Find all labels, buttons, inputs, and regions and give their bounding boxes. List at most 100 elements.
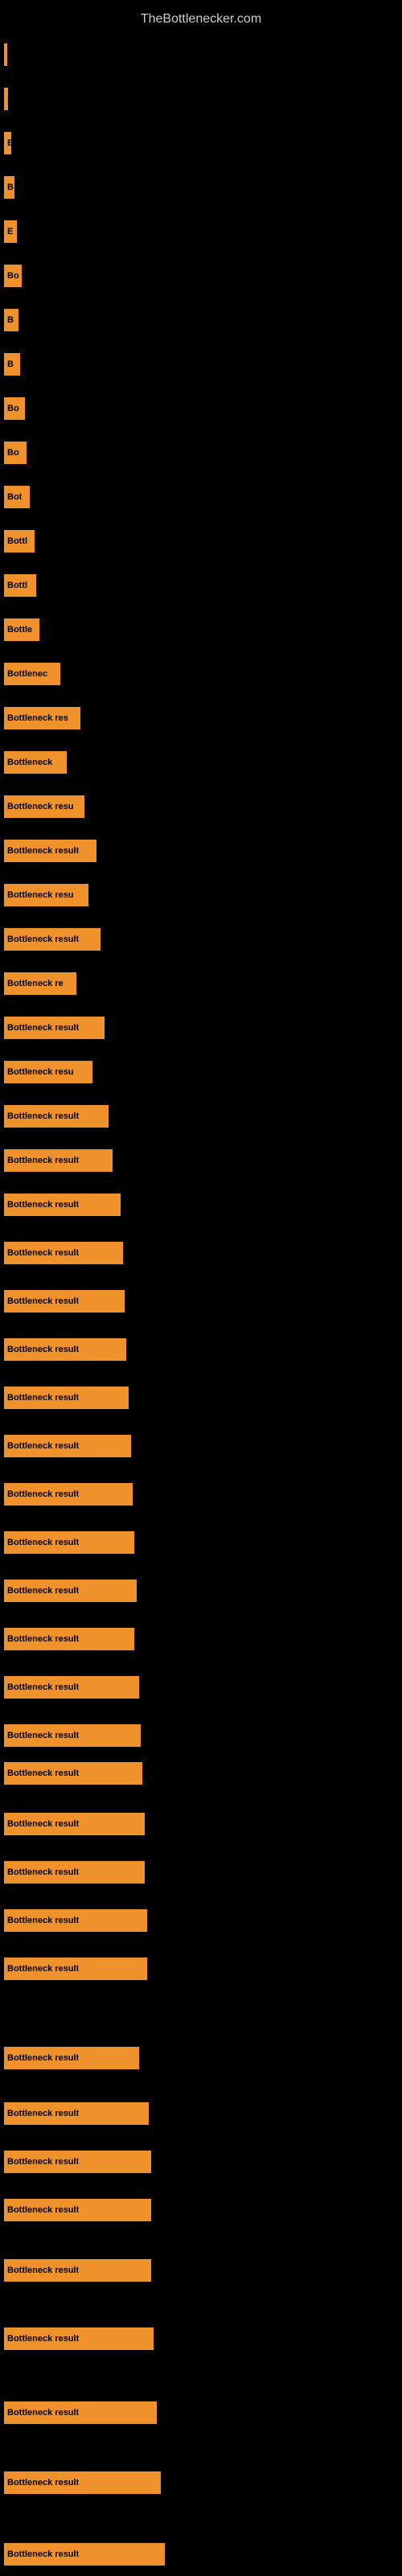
bar-item: Bottleneck result <box>4 2047 139 2069</box>
bar-item: Bottleneck result <box>4 2102 149 2125</box>
bar-item: Bottleneck re <box>4 972 76 995</box>
bar-item: Bottleneck result <box>4 2259 151 2282</box>
bar-item: Bottleneck result <box>4 2199 151 2221</box>
bar-row: Bottlenec <box>0 651 402 696</box>
bar-item: Bottleneck result <box>4 1242 123 1264</box>
bar-item: Bottleneck result <box>4 840 96 862</box>
bar-row: Bottleneck result <box>0 1424 402 1468</box>
bar-label: Bottl <box>7 536 27 546</box>
bar-label: Bottleneck result <box>7 1867 79 1877</box>
bar-row: Bottleneck resu <box>0 784 402 828</box>
bar-label: Bottleneck result <box>7 1769 79 1778</box>
bar-row: Bottleneck result <box>0 2390 402 2434</box>
bar-item: B <box>4 176 14 199</box>
bar-label: Bo <box>7 404 19 413</box>
bar-label: Bottleneck result <box>7 1819 79 1829</box>
bar-label: Bottleneck result <box>7 2109 79 2118</box>
bar-label: Bottleneck resu <box>7 1067 74 1077</box>
bar-label: Bottleneck result <box>7 1023 79 1033</box>
bar-item: Bottleneck resu <box>4 1061 92 1083</box>
bar-item: Bottleneck result <box>4 1628 134 1650</box>
bar-label: Bottle <box>7 625 32 635</box>
bar-label: Bottleneck result <box>7 846 79 856</box>
bar-item: Bottleneck result <box>4 1194 121 1216</box>
bar-item: Bottleneck <box>4 751 67 774</box>
bar-label: Bottleneck result <box>7 2157 79 2167</box>
bar-row: Bottleneck result <box>0 1230 402 1275</box>
bar-label: E <box>7 138 11 148</box>
bar-row: Bottleneck result <box>0 1802 402 1846</box>
bar-row: Bottleneck result <box>0 1617 402 1661</box>
bar-row: Bottleneck resu <box>0 873 402 917</box>
bar-row: Bottleneck <box>0 740 402 784</box>
bar-item: | <box>4 88 8 110</box>
bar-row: Bottleneck result <box>0 1005 402 1050</box>
bar-row: Bottleneck resu <box>0 1050 402 1094</box>
bar-row: Bottleneck result <box>0 2460 402 2504</box>
bar-item: B <box>4 353 20 376</box>
bar-item: Bottleneck result <box>4 2543 165 2566</box>
bar-label: Bottl <box>7 581 27 590</box>
bar-item: Bottle <box>4 618 39 641</box>
bar-row: Bottleneck result <box>0 1568 402 1613</box>
bar-label: Bottleneck result <box>7 1156 79 1165</box>
bar-label: Bottleneck result <box>7 2053 79 2063</box>
bar-label: Bottleneck result <box>7 2205 79 2215</box>
bar-label: Bottleneck result <box>7 1634 79 1644</box>
bar-item: Bottleneck result <box>4 2471 161 2494</box>
bar-item: Bottleneck result <box>4 2327 154 2350</box>
bar-label: Bottleneck result <box>7 1964 79 1974</box>
bar-row: B <box>0 342 402 386</box>
bar-row: Bottleneck re <box>0 961 402 1005</box>
bar-label: Bottlenec <box>7 669 47 679</box>
bar-item: Bottl <box>4 574 36 597</box>
bar-item: Bottlenec <box>4 663 60 685</box>
bar-row: Bot <box>0 475 402 519</box>
bar-label: Bottleneck result <box>7 1441 79 1451</box>
bar-label: Bottleneck result <box>7 2334 79 2344</box>
bar-label: Bottleneck re <box>7 979 64 988</box>
bar-item: Bottleneck result <box>4 1017 105 1039</box>
bar-row: Bottl <box>0 519 402 563</box>
bar-item: Bottleneck result <box>4 1435 131 1457</box>
bar-item: Bo <box>4 397 25 420</box>
bar-item: Bottleneck result <box>4 1580 137 1602</box>
bar-row: Bottleneck result <box>0 1850 402 1894</box>
bar-item: Bot <box>4 486 30 508</box>
bar-item: Bottleneck result <box>4 1149 113 1172</box>
bar-row: | <box>0 76 402 121</box>
bar-row: Bottleneck result <box>0 2091 402 2135</box>
bar-row: Bottleneck result <box>0 1751 402 1795</box>
bar-label: B <box>7 315 14 325</box>
bar-label: Bottleneck result <box>7 1248 79 1258</box>
bar-label: Bottleneck result <box>7 1682 79 1692</box>
bar-item: Bottleneck result <box>4 1387 129 1409</box>
bar-label: Bottleneck result <box>7 1393 79 1403</box>
bar-row: E <box>0 121 402 165</box>
bar-row: Bottleneck result <box>0 1946 402 1991</box>
bar-label: Bottleneck resu <box>7 890 74 900</box>
bar-item: Bottleneck result <box>4 1958 147 1980</box>
bar-item: Bo <box>4 442 27 464</box>
bar-label: Bottleneck result <box>7 1489 79 1499</box>
bar-row: | <box>0 32 402 76</box>
bar-label: Bo <box>7 448 19 458</box>
bar-row: Bottleneck result <box>0 1665 402 1709</box>
bar-row: Bo <box>0 253 402 298</box>
bar-label: Bottleneck result <box>7 2408 79 2418</box>
bar-item: Bottleneck result <box>4 1813 145 1835</box>
bar-label: B <box>7 183 14 192</box>
bar-label: Bottleneck result <box>7 1538 79 1547</box>
bar-label: Bottleneck result <box>7 2549 79 2559</box>
bar-label: Bottleneck result <box>7 2266 79 2275</box>
bar-row: Bottleneck result <box>0 2248 402 2292</box>
bar-label: Bottleneck result <box>7 2478 79 2488</box>
bar-item: Bottleneck result <box>4 1531 134 1554</box>
bar-row: Bo <box>0 386 402 430</box>
bar-item: Bottleneck result <box>4 1676 139 1699</box>
bar-row: Bottleneck result <box>0 828 402 873</box>
bar-label: Bottleneck res <box>7 713 68 723</box>
bar-row: Bottleneck result <box>0 2036 402 2080</box>
bar-item: Bottleneck result <box>4 1105 109 1128</box>
bar-label: Bottleneck result <box>7 1296 79 1306</box>
